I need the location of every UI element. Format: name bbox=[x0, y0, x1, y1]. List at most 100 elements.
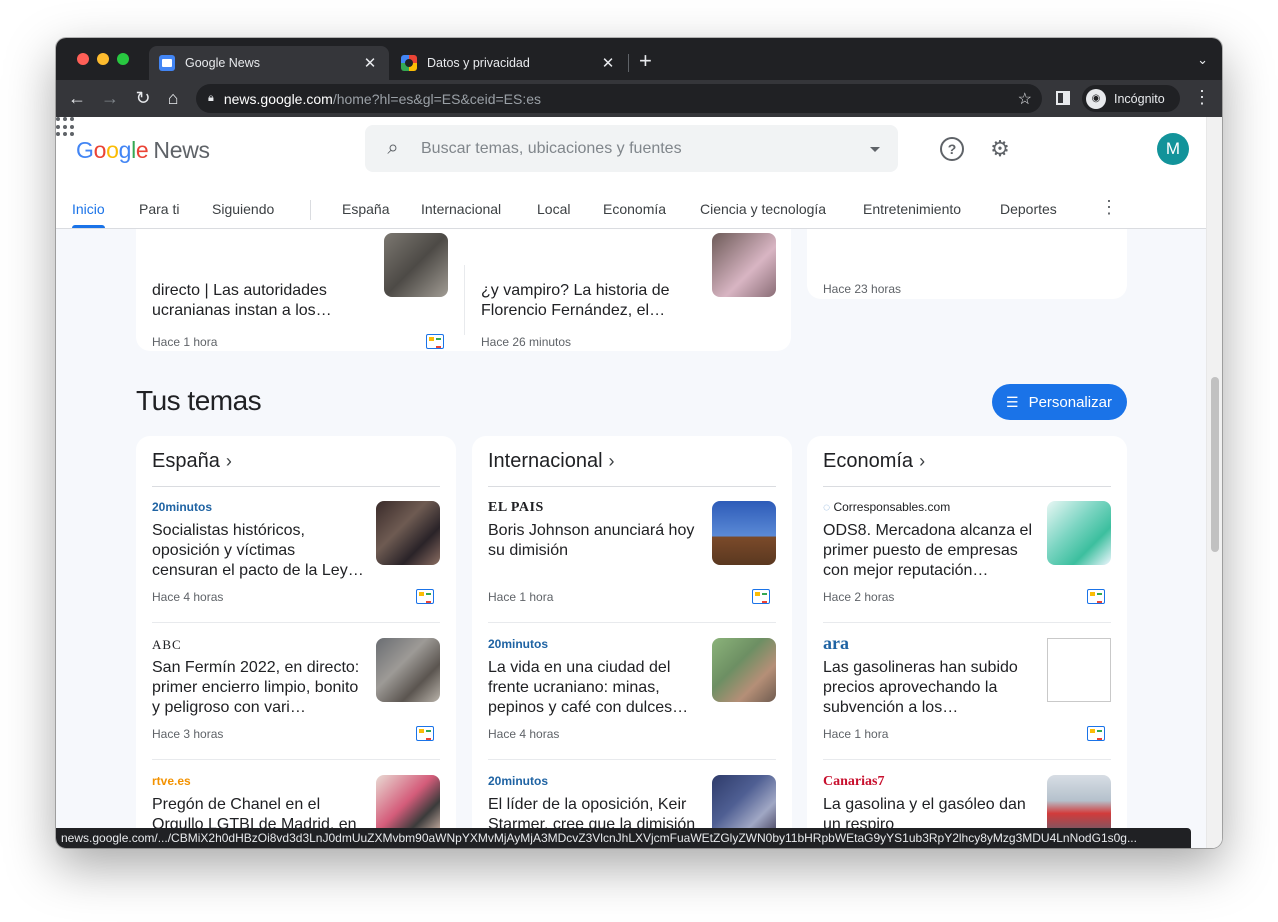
minimize-window-button[interactable] bbox=[97, 53, 109, 65]
lock-icon[interactable]: 🔒︎ bbox=[208, 92, 214, 105]
topic-heading-label: Internacional bbox=[488, 450, 603, 472]
section-nav: Inicio Para ti Siguiendo España Internac… bbox=[56, 191, 1206, 229]
tab-economia[interactable]: Economía bbox=[603, 201, 666, 217]
more-sections-icon[interactable]: ⋮ bbox=[1100, 197, 1118, 218]
full-coverage-icon[interactable] bbox=[1087, 726, 1105, 741]
tab-espana[interactable]: España bbox=[342, 201, 389, 217]
story-time: Hace 26 minutos bbox=[481, 335, 572, 349]
full-coverage-icon[interactable] bbox=[1087, 589, 1105, 604]
tab-siguiendo[interactable]: Siguiendo bbox=[212, 201, 274, 217]
side-panel-icon[interactable] bbox=[1056, 91, 1070, 105]
source-logo[interactable]: Canarias7 bbox=[823, 774, 884, 790]
source-logo-icon: ◌ bbox=[823, 500, 834, 514]
source-logo[interactable]: EL PAIS bbox=[488, 500, 544, 516]
google-apps-icon[interactable] bbox=[56, 117, 76, 137]
close-tab-icon[interactable]: ✕ bbox=[599, 54, 617, 72]
source-logo[interactable]: ara bbox=[823, 633, 849, 654]
search-icon[interactable]: ⌕ bbox=[365, 137, 421, 160]
full-coverage-icon[interactable] bbox=[416, 589, 434, 604]
url-path: /home?hl=es&gl=ES&ceid=ES:es bbox=[332, 90, 542, 107]
article-title[interactable]: Las gasolineras han subido precios aprov… bbox=[823, 658, 1035, 718]
tab-search-chevron-icon[interactable]: ⌄ bbox=[1197, 52, 1208, 68]
news-header: GoogleNews ⌕ ? ⚙ M Inicio Para ti Siguie… bbox=[56, 117, 1206, 229]
source-logo[interactable]: rtve.es bbox=[152, 774, 191, 788]
story-divider bbox=[464, 265, 465, 335]
topic-heading[interactable]: España › bbox=[152, 450, 232, 473]
topic-heading[interactable]: Economía › bbox=[823, 450, 925, 473]
google-news-favicon-icon bbox=[159, 55, 175, 71]
story-thumbnail[interactable] bbox=[384, 233, 448, 297]
article-thumbnail[interactable] bbox=[712, 638, 776, 702]
topic-heading[interactable]: Internacional › bbox=[488, 450, 615, 473]
tab-local[interactable]: Local bbox=[537, 201, 570, 217]
tab-deportes[interactable]: Deportes bbox=[1000, 201, 1057, 217]
forward-arrow-icon[interactable]: → bbox=[99, 87, 121, 109]
source-logo[interactable]: 20minutos bbox=[488, 774, 548, 788]
full-coverage-icon[interactable] bbox=[752, 589, 770, 604]
story-title[interactable]: ¿y vampiro? La historia de Florencio Fer… bbox=[481, 281, 681, 321]
browser-menu-icon[interactable]: ⋮ bbox=[1193, 87, 1211, 108]
list-item[interactable]: 20minutos Socialistas históricos, oposic… bbox=[152, 486, 440, 623]
new-tab-plus-icon[interactable]: + bbox=[639, 50, 652, 72]
help-icon[interactable]: ? bbox=[940, 137, 964, 161]
topic-card-internacional: Internacional › EL PAIS Boris Johnson anu… bbox=[472, 436, 792, 848]
gear-icon[interactable]: ⚙ bbox=[988, 137, 1012, 161]
article-thumbnail[interactable] bbox=[1047, 501, 1111, 565]
google-favicon-icon bbox=[401, 55, 417, 71]
article-title[interactable]: San Fermín 2022, en directo: primer enci… bbox=[152, 658, 364, 718]
reload-icon[interactable]: ↻ bbox=[132, 87, 154, 109]
full-coverage-icon[interactable] bbox=[416, 726, 434, 741]
address-bar[interactable]: 🔒︎ news.google.com/home?hl=es&gl=ES&ceid… bbox=[196, 84, 1042, 113]
search-input[interactable] bbox=[421, 139, 851, 158]
source-logo[interactable]: 20minutos bbox=[152, 500, 212, 514]
avatar[interactable]: M bbox=[1157, 133, 1189, 165]
home-icon[interactable]: ⌂ bbox=[162, 87, 184, 109]
back-arrow-icon[interactable]: ← bbox=[66, 87, 88, 109]
list-item[interactable]: 20minutos La vida en una ciudad del fren… bbox=[488, 623, 776, 760]
search-dropdown-caret-icon[interactable] bbox=[870, 147, 880, 152]
incognito-indicator[interactable]: ◉ Incógnito bbox=[1082, 85, 1180, 112]
article-thumbnail[interactable] bbox=[376, 638, 440, 702]
source-logo[interactable]: ◌ Corresponsables.com bbox=[823, 500, 950, 514]
broken-image-thumbnail[interactable] bbox=[1047, 638, 1111, 702]
personalize-button[interactable]: ☰ Personalizar bbox=[992, 384, 1127, 420]
tab-datos-privacidad[interactable]: Datos y privacidad ✕ bbox=[391, 46, 627, 80]
list-item[interactable]: ABC San Fermín 2022, en directo: primer … bbox=[152, 623, 440, 760]
close-window-button[interactable] bbox=[77, 53, 89, 65]
page-scrollbar[interactable] bbox=[1206, 117, 1222, 848]
topic-card-economia: Economía › ◌ Corresponsables.com ODS8. Me… bbox=[807, 436, 1127, 848]
list-item[interactable]: EL PAIS Boris Johnson anunciará hoy su d… bbox=[488, 486, 776, 623]
tune-icon: ☰ bbox=[1006, 393, 1019, 410]
tab-entretenimiento[interactable]: Entretenimiento bbox=[863, 201, 961, 217]
list-item[interactable]: ◌ Corresponsables.com ODS8. Mercadona al… bbox=[823, 486, 1111, 623]
story-thumbnail[interactable] bbox=[712, 233, 776, 297]
article-thumbnail[interactable] bbox=[376, 501, 440, 565]
tab-internacional[interactable]: Internacional bbox=[421, 201, 501, 217]
story-title[interactable]: directo | Las autoridades ucranianas ins… bbox=[152, 281, 352, 321]
google-news-logo[interactable]: Google News bbox=[76, 137, 210, 164]
source-logo[interactable]: 20minutos bbox=[488, 637, 548, 651]
article-thumbnail[interactable] bbox=[712, 501, 776, 565]
search-box[interactable]: ⌕ bbox=[365, 125, 898, 172]
article-title[interactable]: La vida en una ciudad del frente ucrania… bbox=[488, 658, 700, 718]
topic-heading-label: España bbox=[152, 450, 220, 472]
scrollbar-thumb[interactable] bbox=[1211, 377, 1219, 552]
article-title[interactable]: Socialistas históricos, oposición y víct… bbox=[152, 521, 364, 581]
list-item[interactable]: ara Las gasolineras han subido precios a… bbox=[823, 623, 1111, 760]
maximize-window-button[interactable] bbox=[117, 53, 129, 65]
bookmark-star-icon[interactable]: ☆ bbox=[1018, 89, 1032, 109]
article-title[interactable]: Boris Johnson anunciará hoy su dimisión bbox=[488, 521, 700, 561]
page-content: GoogleNews ⌕ ? ⚙ M Inicio Para ti Siguie… bbox=[56, 117, 1222, 848]
source-name: Corresponsables.com bbox=[833, 500, 951, 514]
close-tab-icon[interactable]: ✕ bbox=[361, 54, 379, 72]
article-time: Hace 3 horas bbox=[152, 727, 224, 741]
article-title[interactable]: ODS8. Mercadona alcanza el primer puesto… bbox=[823, 521, 1035, 581]
tab-google-news[interactable]: Google News ✕ bbox=[149, 46, 389, 80]
source-logo[interactable]: ABC bbox=[152, 637, 182, 653]
tab-para-ti[interactable]: Para ti bbox=[139, 201, 179, 217]
logo-news-word: News bbox=[153, 137, 210, 163]
full-coverage-icon[interactable] bbox=[426, 334, 444, 349]
tab-inicio[interactable]: Inicio bbox=[72, 201, 105, 228]
tab-ciencia-tecnologia[interactable]: Ciencia y tecnología bbox=[700, 201, 826, 217]
incognito-icon: ◉ bbox=[1086, 88, 1106, 109]
